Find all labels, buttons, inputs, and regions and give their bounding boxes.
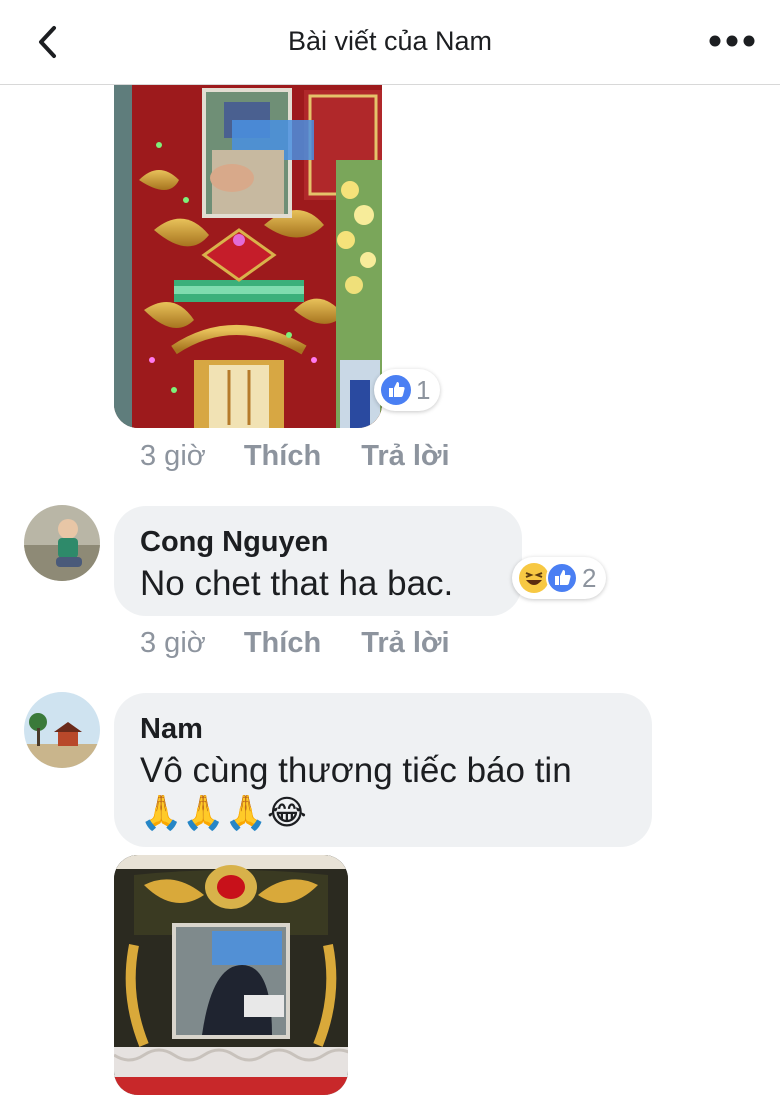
reaction-summary[interactable]: 1 bbox=[374, 369, 441, 411]
comment-photo-altar[interactable] bbox=[114, 60, 382, 428]
top-nav-bar: Bài viết của Nam bbox=[0, 0, 780, 85]
avatar-image bbox=[24, 692, 100, 768]
reaction-summary[interactable]: 2 bbox=[512, 557, 607, 599]
comment-time: 3 giờ bbox=[140, 627, 206, 659]
reply-action[interactable]: Trả lời bbox=[361, 627, 449, 659]
more-dots-icon bbox=[709, 35, 755, 47]
comment-meta: 3 giờ Thích Trả lời bbox=[140, 627, 450, 660]
shrine-photo-image bbox=[114, 855, 348, 1095]
comment-text: Vô cùng thương tiếc báo tin bbox=[140, 751, 572, 790]
comment-time: 3 giờ bbox=[140, 440, 206, 472]
comment-meta: 3 giờ Thích Trả lời bbox=[140, 440, 450, 473]
avatar-nam[interactable] bbox=[24, 692, 100, 768]
reaction-count: 1 bbox=[416, 374, 431, 405]
reaction-count: 2 bbox=[582, 562, 597, 593]
comment-bubble: Cong Nguyen No chet that ha bac. bbox=[114, 506, 522, 616]
like-icon bbox=[381, 375, 411, 405]
comment-author[interactable]: Nam bbox=[140, 713, 203, 746]
avatar-cong-nguyen[interactable] bbox=[24, 505, 100, 581]
altar-photo-image bbox=[114, 60, 382, 428]
more-options-button[interactable] bbox=[706, 26, 758, 56]
comment-emoji-line: 🙏🙏🙏😂 bbox=[140, 794, 307, 832]
avatar-image bbox=[24, 505, 100, 581]
comment-author[interactable]: Cong Nguyen bbox=[140, 526, 329, 559]
like-icon bbox=[546, 562, 578, 594]
like-action[interactable]: Thích bbox=[244, 627, 321, 659]
page-title: Bài viết của Nam bbox=[287, 26, 493, 56]
comment-photo-shrine[interactable] bbox=[114, 855, 348, 1095]
reply-action[interactable]: Trả lời bbox=[361, 440, 449, 472]
comment-bubble: Nam Vô cùng thương tiếc báo tin 🙏🙏🙏😂 bbox=[114, 693, 652, 847]
comment-text: No chet that ha bac. bbox=[140, 564, 454, 603]
like-action[interactable]: Thích bbox=[244, 440, 321, 472]
